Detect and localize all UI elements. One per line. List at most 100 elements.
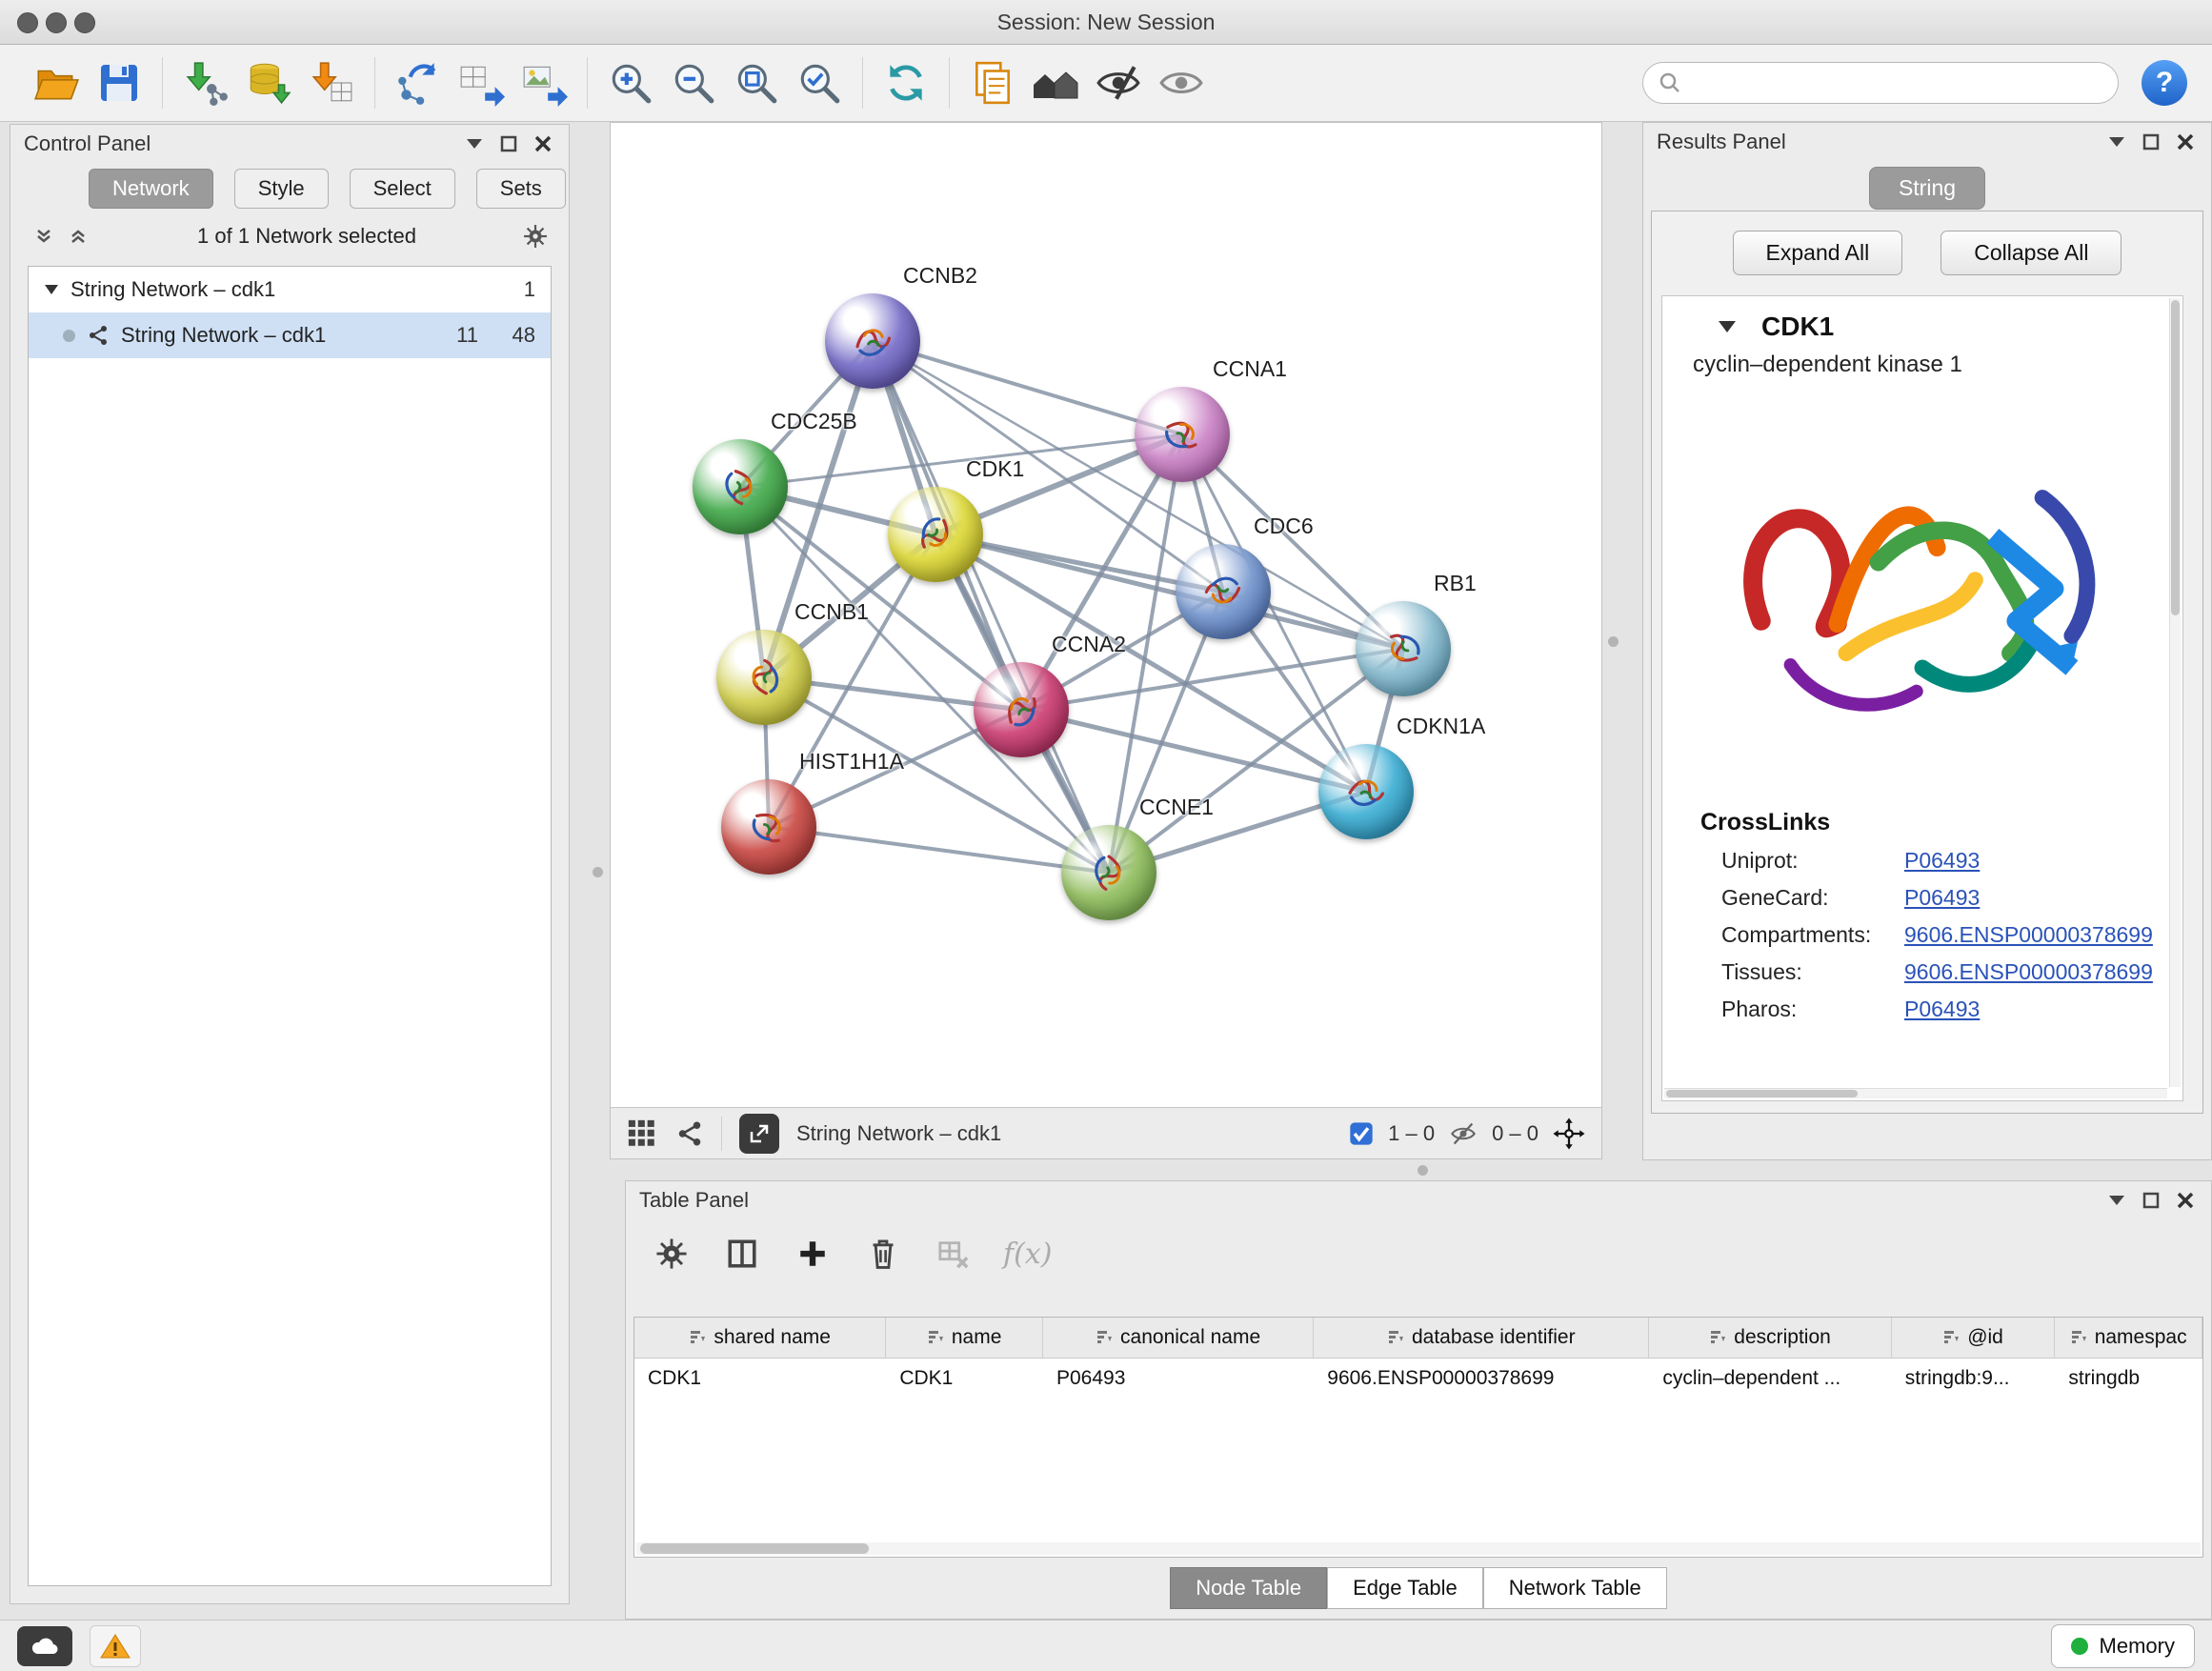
selected-checkbox-icon[interactable] — [1348, 1120, 1375, 1147]
network-node-ccna2[interactable] — [974, 662, 1069, 757]
save-session-button[interactable] — [88, 51, 151, 114]
scrollbar-thumb[interactable] — [640, 1543, 869, 1554]
column-header[interactable]: database identifier — [1314, 1318, 1649, 1358]
crosslink-link[interactable]: P06493 — [1904, 885, 1980, 911]
tab-style[interactable]: Style — [234, 169, 329, 209]
zoom-out-button[interactable] — [662, 51, 725, 114]
import-table-file-button[interactable] — [300, 51, 363, 114]
network-glyph-icon[interactable] — [675, 1119, 704, 1148]
float-panel-button[interactable] — [2104, 1188, 2129, 1213]
tab-select[interactable]: Select — [350, 169, 455, 209]
splitter-handle[interactable] — [1608, 636, 1619, 647]
expand-all-button[interactable]: Expand All — [1733, 231, 1903, 275]
table-cell[interactable]: stringdb — [2055, 1359, 2202, 1399]
birdseye-grid-icon[interactable] — [626, 1117, 658, 1150]
gear-icon[interactable] — [523, 224, 548, 249]
splitter-handle[interactable] — [1418, 1165, 1428, 1176]
maximize-panel-button[interactable] — [2139, 1188, 2163, 1213]
open-session-button[interactable] — [25, 51, 88, 114]
help-button[interactable]: ? — [2142, 60, 2187, 106]
crosslink-link[interactable]: 9606.ENSP00000378699 — [1904, 959, 2153, 985]
table-gear-icon[interactable] — [651, 1233, 693, 1275]
tab-sets[interactable]: Sets — [476, 169, 566, 209]
table-cell[interactable]: CDK1 — [886, 1359, 1043, 1399]
string-home-button[interactable] — [1024, 51, 1087, 114]
network-row-selected[interactable]: String Network – cdk1 11 48 — [29, 312, 551, 358]
column-header[interactable]: canonical name — [1043, 1318, 1314, 1358]
node-entry-header[interactable]: CDK1 — [1662, 296, 2182, 342]
crosslink-link[interactable]: P06493 — [1904, 997, 1980, 1022]
memory-button[interactable]: Memory — [2051, 1624, 2195, 1668]
scrollbar-thumb[interactable] — [2171, 300, 2180, 615]
zoom-fit-button[interactable] — [725, 51, 788, 114]
cloud-button[interactable] — [17, 1626, 72, 1666]
search-box[interactable] — [1642, 62, 2119, 104]
close-panel-button[interactable] — [531, 131, 555, 156]
tab-node-table[interactable]: Node Table — [1170, 1567, 1327, 1609]
table-cell[interactable]: cyclin–dependent ... — [1649, 1359, 1891, 1399]
column-header[interactable]: shared name — [634, 1318, 886, 1358]
table-cell[interactable]: 9606.ENSP00000378699 — [1314, 1359, 1649, 1399]
zoom-selected-button[interactable] — [788, 51, 851, 114]
network-node-cdc6[interactable] — [1176, 544, 1271, 639]
network-node-ccna1[interactable] — [1135, 387, 1230, 482]
table-cell[interactable]: stringdb:9... — [1892, 1359, 2056, 1399]
tab-edge-table[interactable]: Edge Table — [1327, 1567, 1483, 1609]
float-panel-button[interactable] — [2104, 130, 2129, 154]
tab-network[interactable]: Network — [89, 169, 213, 209]
copy-document-button[interactable] — [961, 51, 1024, 114]
float-panel-button[interactable] — [462, 131, 487, 156]
show-graphics-button[interactable] — [1150, 51, 1213, 114]
crosslink-link[interactable]: 9606.ENSP00000378699 — [1904, 922, 2153, 948]
import-network-file-button[interactable] — [174, 51, 237, 114]
column-header[interactable]: namespac — [2055, 1318, 2202, 1358]
network-node-rb1[interactable] — [1356, 601, 1451, 696]
delete-column-icon[interactable] — [862, 1233, 904, 1275]
add-column-icon[interactable] — [792, 1233, 834, 1275]
network-canvas[interactable]: CCNB2 CCNA1 CDC25B CDK1 CDC6 RB1 CCNB1 C… — [611, 123, 1601, 1107]
network-edge[interactable] — [769, 827, 1109, 873]
column-header[interactable]: name — [886, 1318, 1043, 1358]
table-horizontal-scrollbar[interactable] — [636, 1542, 2201, 1555]
column-header[interactable]: @id — [1892, 1318, 2056, 1358]
open-in-browser-button[interactable] — [739, 1114, 779, 1154]
maximize-panel-button[interactable] — [496, 131, 521, 156]
apply-layout-button[interactable] — [875, 51, 937, 114]
close-panel-button[interactable] — [2173, 130, 2198, 154]
network-node-cdk1[interactable] — [888, 487, 983, 582]
maximize-panel-button[interactable] — [2139, 130, 2163, 154]
tab-network-table[interactable]: Network Table — [1483, 1567, 1667, 1609]
network-from-table-button[interactable] — [450, 51, 513, 114]
table-row[interactable]: CDK1CDK1P064939606.ENSP00000378699cyclin… — [634, 1359, 2202, 1399]
network-collection-row[interactable]: String Network – cdk1 1 — [29, 267, 551, 312]
scrollbar-thumb[interactable] — [1666, 1090, 1858, 1097]
crosslink-link[interactable]: P06493 — [1904, 848, 1980, 874]
collapse-all-icon[interactable] — [31, 224, 56, 249]
tab-string[interactable]: String — [1869, 167, 1985, 210]
pan-crosshair-icon[interactable] — [1552, 1117, 1586, 1151]
warnings-button[interactable] — [90, 1625, 141, 1667]
close-panel-button[interactable] — [2173, 1188, 2198, 1213]
network-node-cdc25b[interactable] — [693, 439, 788, 534]
table-cell[interactable]: P06493 — [1043, 1359, 1314, 1399]
network-node-cdkn1a[interactable] — [1318, 744, 1414, 839]
network-edge[interactable] — [873, 341, 1109, 873]
results-vertical-scrollbar[interactable] — [2169, 298, 2181, 1087]
zoom-in-button[interactable] — [599, 51, 662, 114]
network-node-ccnb1[interactable] — [716, 630, 812, 725]
new-network-button[interactable] — [387, 51, 450, 114]
search-input[interactable] — [1691, 70, 2102, 96]
import-network-database-button[interactable] — [237, 51, 300, 114]
hide-unhide-button[interactable] — [1087, 51, 1150, 114]
select-columns-icon[interactable] — [721, 1233, 763, 1275]
collapse-all-button[interactable]: Collapse All — [1941, 231, 2122, 275]
network-node-hist1h1a[interactable] — [721, 779, 816, 875]
expand-all-icon[interactable] — [66, 224, 90, 249]
table-cell[interactable]: CDK1 — [634, 1359, 886, 1399]
column-header[interactable]: description — [1649, 1318, 1891, 1358]
export-image-button[interactable] — [513, 51, 575, 114]
network-node-ccne1[interactable] — [1061, 825, 1156, 920]
hidden-eye-slash-icon[interactable] — [1448, 1120, 1478, 1147]
splitter-handle[interactable] — [593, 867, 603, 877]
results-horizontal-scrollbar[interactable] — [1664, 1088, 2167, 1098]
